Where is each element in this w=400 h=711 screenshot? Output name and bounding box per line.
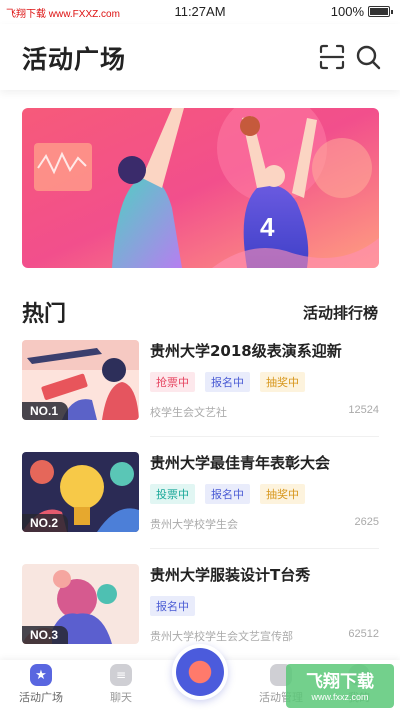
banner-illustration: 4 [22, 108, 379, 268]
item-tags: 报名中 [150, 596, 195, 616]
rank-badge: NO.2 [22, 514, 69, 532]
list-item[interactable]: NO.1 贵州大学2018级表演系迎新 抢票中 报名中 抽奖中 校学生会文艺社 … [22, 340, 379, 432]
watermark-text: 飞翔下载 [306, 672, 374, 692]
item-thumbnail: NO.1 [22, 340, 139, 420]
svg-text:4: 4 [260, 212, 275, 242]
item-thumbnail: NO.3 [22, 564, 139, 644]
item-title: 贵州大学2018级表演系迎新 [150, 342, 342, 360]
rank-badge: NO.3 [22, 626, 69, 644]
item-organizer: 贵州大学校学生会 [150, 518, 238, 531]
nav-label: 活动广场 [19, 691, 63, 704]
search-icon [356, 45, 381, 70]
item-organizer: 校学生会文艺社 [150, 406, 227, 419]
nav-item-activity-square[interactable]: ★ 活动广场 [6, 664, 76, 705]
page-title: 活动广场 [22, 45, 127, 74]
item-title: 贵州大学服装设计T台秀 [150, 566, 311, 584]
tag-badge: 报名中 [205, 484, 250, 504]
ranking-link[interactable]: 活动排行榜 [303, 302, 378, 323]
scan-icon [319, 44, 345, 70]
tag-badge: 抢票中 [150, 372, 195, 392]
item-tags: 抢票中 报名中 抽奖中 [150, 372, 305, 392]
list-item[interactable]: NO.3 贵州大学服装设计T台秀 报名中 贵州大学校学生会文艺宣传部 62512 [22, 564, 379, 656]
scan-button[interactable] [318, 43, 346, 71]
planet-icon [176, 648, 224, 696]
section-title-hot: 热门 [22, 302, 67, 327]
battery-icon [368, 6, 393, 17]
list-item[interactable]: NO.2 贵州大学最佳青年表彰大会 投票中 报名中 抽奖中 贵州大学校学生会 2… [22, 452, 379, 544]
list-divider [150, 548, 379, 549]
nav-item-chat[interactable]: ≡ 聊天 [86, 664, 156, 705]
app-header: 活动广场 [0, 24, 400, 90]
tag-badge: 抽奖中 [260, 372, 305, 392]
create-activity-button[interactable] [172, 644, 228, 700]
search-button[interactable] [354, 43, 382, 71]
watermark-logo: 飞翔下载 www.fxxz.com [286, 664, 394, 708]
tag-badge: 抽奖中 [260, 484, 305, 504]
rank-badge: NO.1 [22, 402, 69, 420]
tag-badge: 报名中 [205, 372, 250, 392]
item-tags: 投票中 报名中 抽奖中 [150, 484, 305, 504]
battery-status: 100% [330, 4, 393, 19]
item-title: 贵州大学最佳青年表彰大会 [150, 454, 331, 472]
item-count: 2625 [354, 516, 379, 528]
item-thumbnail: NO.2 [22, 452, 139, 532]
battery-percent: 100% [330, 4, 364, 19]
star-icon: ★ [30, 664, 52, 686]
watermark-url: www.fxxz.com [311, 692, 369, 702]
item-count: 62512 [348, 628, 379, 640]
tag-badge: 投票中 [150, 484, 195, 504]
nav-label: 聊天 [110, 691, 132, 704]
hero-banner[interactable]: 4 [22, 108, 379, 268]
tag-badge: 报名中 [150, 596, 195, 616]
status-bar: 飞翔下载 www.FXXZ.com 11:27AM 100% [0, 0, 400, 24]
item-count: 12524 [348, 404, 379, 416]
item-organizer: 贵州大学校学生会文艺宣传部 [150, 630, 293, 643]
list-divider [150, 436, 379, 437]
chat-icon: ≡ [110, 664, 132, 686]
